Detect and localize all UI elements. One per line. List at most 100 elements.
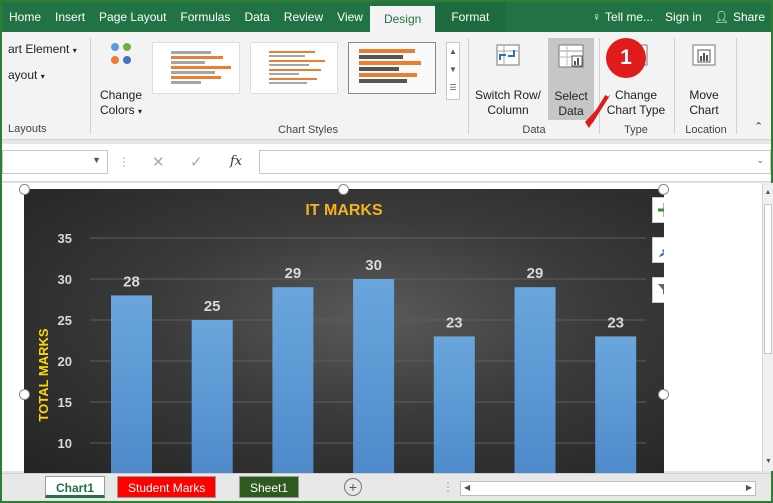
- layouts-group: art Element ▾ ayout ▾ Layouts: [2, 32, 90, 138]
- sheet-tab-bar: Chart1 Student Marks Sheet1 + ⋮ ◀ ▶: [2, 473, 771, 501]
- data-label: 30: [365, 257, 382, 274]
- bar-chart: 10 15 20 25 30 35 IT MARKS TOTAL MARKS 28 25 29 30 2…: [36, 202, 646, 474]
- palette-icon: [111, 43, 131, 64]
- chart-style-thumbnail[interactable]: [152, 42, 240, 94]
- data-label: 29: [527, 265, 544, 282]
- chart-title: IT MARKS: [305, 202, 383, 219]
- chevron-up-icon[interactable]: ▲: [763, 189, 773, 196]
- formula-input[interactable]: ⌄: [259, 150, 771, 174]
- chevron-down-icon[interactable]: ▼: [765, 458, 772, 465]
- sheet-tab-chart1[interactable]: Chart1: [45, 476, 106, 498]
- callout-pointer-icon: [585, 94, 611, 128]
- chart-styles-label: Chart Styles: [278, 124, 338, 136]
- tab-formulas[interactable]: Formulas: [173, 2, 237, 32]
- chart-bar: [272, 287, 314, 474]
- chart-style-preview-icon: [171, 51, 231, 84]
- ribbon-design: art Element ▾ ayout ▾ Layouts Change Col…: [2, 32, 771, 140]
- chart-styles-gallery: ▲ ▼ ☰: [152, 40, 464, 102]
- tab-review[interactable]: Review: [277, 2, 330, 32]
- chart-bar: [433, 336, 475, 474]
- lightbulb-icon: ♀: [592, 10, 602, 24]
- tab-insert[interactable]: Insert: [48, 2, 92, 32]
- y-tick-label: 25: [58, 313, 72, 328]
- switch-row-column-button[interactable]: Switch Row/ Column: [471, 42, 545, 118]
- ribbon-divider: [736, 38, 737, 134]
- tab-format[interactable]: Format: [435, 2, 506, 32]
- y-tick-label: 35: [58, 231, 72, 246]
- ribbon-divider: [90, 38, 91, 134]
- chart-area[interactable]: 10 15 20 25 30 35 IT MARKS TOTAL MARKS 28 25 29 30 2…: [24, 189, 664, 474]
- resize-handle[interactable]: [338, 184, 349, 195]
- chart-bar: [595, 336, 637, 474]
- ribbon-tab-bar: Home Insert Page Layout Formulas Data Re…: [2, 2, 771, 32]
- sign-in-link[interactable]: Sign in: [659, 10, 708, 24]
- tab-data[interactable]: Data: [237, 2, 276, 32]
- sheet-tab-student-marks[interactable]: Student Marks: [117, 476, 217, 498]
- chart-sheet: 10 15 20 25 30 35 IT MARKS TOTAL MARKS 28 25 29 30 2…: [2, 183, 771, 474]
- sheet-tab-sheet1[interactable]: Sheet1: [239, 476, 300, 498]
- filter-icon: [658, 284, 664, 295]
- tab-design[interactable]: Design: [369, 4, 436, 32]
- resize-handle[interactable]: [658, 389, 669, 400]
- move-chart-button[interactable]: Move Chart: [678, 42, 730, 118]
- y-axis-title: TOTAL MARKS: [36, 328, 51, 421]
- chart-style-thumbnail[interactable]: [250, 42, 338, 94]
- plus-icon: [658, 203, 664, 217]
- chart-style-preview-icon: [269, 51, 325, 84]
- horizontal-scrollbar[interactable]: ◀ ▶: [460, 481, 756, 496]
- tab-view[interactable]: View: [330, 2, 370, 32]
- move-chart-icon: [692, 44, 716, 66]
- ribbon-divider: [674, 38, 675, 134]
- insert-function-icon[interactable]: fx: [230, 154, 242, 169]
- data-label: 28: [123, 273, 140, 290]
- chevron-down-icon[interactable]: ▼: [92, 155, 101, 165]
- resize-handle[interactable]: [19, 389, 30, 400]
- data-label: 23: [607, 314, 624, 331]
- chart-bar: [111, 295, 152, 474]
- resize-handle[interactable]: [19, 184, 30, 195]
- switch-row-column-icon: [496, 44, 520, 66]
- share-button[interactable]: 👤︎ Share: [708, 10, 771, 24]
- person-icon: 👤︎: [713, 10, 729, 24]
- location-group-label: Location: [685, 124, 727, 136]
- brush-icon: [659, 248, 664, 257]
- chart-elements-button[interactable]: [652, 197, 664, 223]
- quick-layout-button[interactable]: ayout ▾: [8, 68, 45, 82]
- scroll-thumb[interactable]: [764, 204, 772, 354]
- tab-page-layout[interactable]: Page Layout: [92, 2, 173, 32]
- more-options-icon: ⋮: [442, 480, 454, 494]
- vertical-scrollbar[interactable]: ▲ ▼: [762, 183, 773, 471]
- ribbon-divider: [468, 38, 469, 134]
- chart-bar: [191, 320, 233, 474]
- y-tick-label: 15: [58, 395, 72, 410]
- chart-bar: [353, 279, 395, 474]
- dropdown-arrow-icon: ▾: [138, 107, 143, 116]
- change-colors-button[interactable]: Change Colors ▾: [94, 40, 148, 119]
- more-styles-icon[interactable]: ☰: [447, 79, 459, 97]
- chart-bar: [514, 287, 556, 474]
- chevron-right-icon[interactable]: ▶: [746, 483, 752, 492]
- chevron-down-icon[interactable]: ⌄: [756, 155, 764, 166]
- resize-handle[interactable]: [658, 184, 669, 195]
- name-box[interactable]: ▼: [2, 150, 108, 174]
- y-tick-label: 10: [58, 436, 72, 451]
- chart-styles-button[interactable]: [652, 237, 664, 263]
- chevron-down-icon[interactable]: ▼: [447, 61, 459, 79]
- dropdown-arrow-icon: ▾: [72, 46, 77, 55]
- new-sheet-icon[interactable]: +: [344, 478, 362, 496]
- data-label: 29: [285, 265, 302, 282]
- tab-home[interactable]: Home: [2, 2, 48, 32]
- chart-style-thumbnail-selected[interactable]: [348, 42, 436, 94]
- chevron-left-icon[interactable]: ◀: [464, 483, 470, 492]
- chart-filters-button[interactable]: [652, 277, 664, 303]
- y-tick-label: 30: [58, 272, 72, 287]
- gallery-scroll[interactable]: ▲ ▼ ☰: [446, 42, 460, 100]
- add-chart-element-button[interactable]: art Element ▾: [8, 42, 77, 56]
- enter-icon[interactable]: ✓: [190, 153, 203, 171]
- collapse-ribbon-icon[interactable]: ⌃: [754, 120, 763, 133]
- formula-bar: ▼ ⋮ ✕ ✓ fx ⌄: [2, 144, 771, 182]
- tell-me-box[interactable]: ♀ Tell me...: [586, 10, 659, 24]
- chevron-up-icon[interactable]: ▲: [447, 43, 459, 61]
- y-tick-label: 20: [58, 354, 72, 369]
- cancel-icon[interactable]: ✕: [152, 153, 165, 171]
